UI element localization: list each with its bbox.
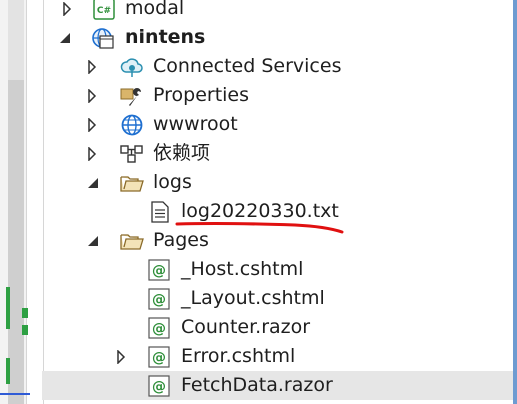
tree-item-label: _Layout.cshtml (181, 287, 325, 309)
change-marker (6, 287, 10, 329)
tree-item-label: Properties (153, 84, 250, 106)
csharp-file-icon: C# (92, 0, 116, 21)
solution-explorer-tree: C# modal nintens Connected Services Prop… (42, 0, 513, 404)
razor-file-icon: @ (147, 258, 171, 282)
tree-item-label: logs (153, 171, 192, 193)
tree-item-label: _Host.cshtml (181, 258, 304, 280)
caret-line (0, 393, 30, 395)
tree-item-label: nintens (125, 26, 206, 48)
tree-item-wwwroot[interactable]: wwwroot (42, 110, 513, 139)
wrench-icon (120, 84, 144, 108)
tree-item-label: FetchData.razor (181, 374, 333, 396)
globe-icon (120, 113, 144, 137)
chevron-right-icon[interactable] (85, 146, 99, 161)
tree-item-host-cshtml[interactable]: @ _Host.cshtml (42, 255, 513, 284)
change-marker (22, 325, 28, 335)
window-edge (513, 0, 517, 404)
tree-item-error-cshtml[interactable]: @ Error.cshtml (42, 342, 513, 371)
razor-file-icon: @ (147, 374, 171, 398)
connected-services-icon (120, 55, 144, 79)
red-underline-annotation (175, 222, 344, 234)
change-marker (22, 308, 28, 318)
tree-item-label: Error.cshtml (181, 345, 296, 367)
tree-item-properties[interactable]: Properties (42, 81, 513, 110)
chevron-right-icon[interactable] (114, 349, 128, 364)
folder-icon (120, 229, 144, 253)
web-project-icon (90, 26, 114, 50)
tree-item-nintens[interactable]: nintens (42, 23, 513, 52)
chevron-right-icon[interactable] (85, 88, 99, 103)
tree-item-dependencies[interactable]: 依赖项 (42, 139, 513, 168)
folder-icon (120, 171, 144, 195)
change-marker (6, 358, 10, 384)
tree-item-label: wwwroot (153, 113, 238, 135)
razor-file-icon: @ (147, 287, 171, 311)
editor-gutter (0, 0, 44, 404)
scrollbar-thumb[interactable] (8, 80, 24, 404)
tree-item-logs[interactable]: logs (42, 168, 513, 197)
svg-text:@: @ (152, 292, 166, 308)
chevron-down-icon[interactable] (86, 234, 100, 248)
svg-text:@: @ (152, 263, 166, 279)
tree-item-modal[interactable]: C# modal (42, 0, 513, 23)
tree-item-label: 依赖项 (153, 142, 211, 164)
chevron-right-icon[interactable] (60, 1, 74, 16)
svg-text:@: @ (152, 379, 166, 395)
chevron-right-icon[interactable] (85, 117, 99, 132)
dependencies-icon (120, 142, 144, 166)
razor-file-icon: @ (147, 345, 171, 369)
tree-item-label: modal (125, 0, 185, 19)
svg-text:@: @ (152, 321, 166, 337)
tree-item-fetchdata-razor[interactable]: @ FetchData.razor (42, 371, 513, 400)
chevron-down-icon[interactable] (58, 31, 72, 45)
tree-item-connected-services[interactable]: Connected Services (42, 52, 513, 81)
tree-item-layout-cshtml[interactable]: @ _Layout.cshtml (42, 284, 513, 313)
tree-item-label: Counter.razor (181, 316, 311, 338)
text-file-icon (148, 200, 172, 224)
razor-file-icon: @ (147, 316, 171, 340)
svg-text:@: @ (152, 350, 166, 366)
svg-text:C#: C# (97, 6, 111, 16)
chevron-down-icon[interactable] (86, 176, 100, 190)
tree-item-counter-razor[interactable]: @ Counter.razor (42, 313, 513, 342)
chevron-right-icon[interactable] (85, 59, 99, 74)
tree-item-label: Connected Services (153, 55, 342, 77)
